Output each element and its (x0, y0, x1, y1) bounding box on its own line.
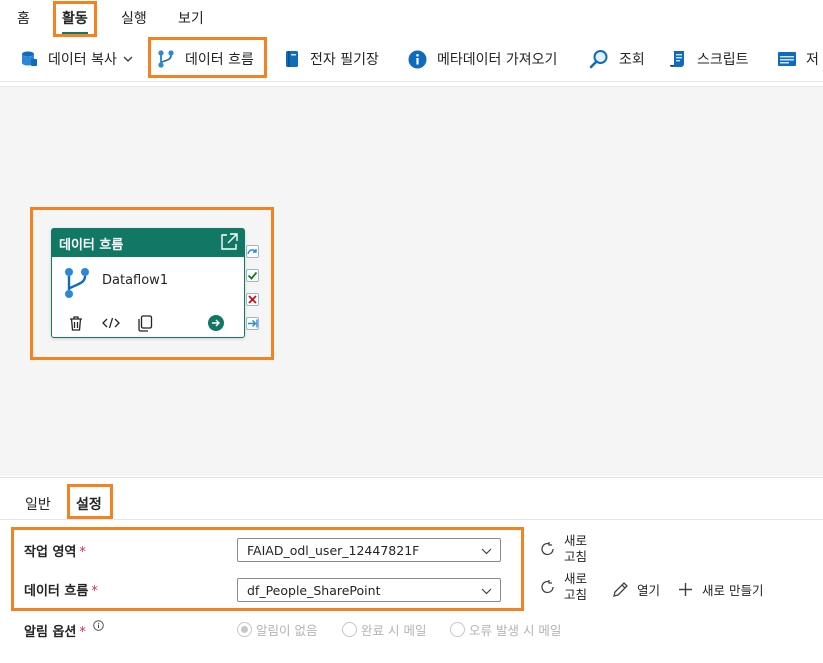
script-icon (670, 51, 684, 67)
tab-general[interactable]: 일반 (25, 494, 51, 514)
lookup-icon (589, 50, 608, 69)
notify-option-on-complete[interactable]: 완료 시 메일 (342, 620, 426, 639)
copy-data-label: 데이터 복사 (48, 52, 117, 68)
menu-tab-activities[interactable]: 활동 (62, 8, 88, 34)
activity-card-header: 데이터 흐름 (52, 229, 244, 257)
workspace-select[interactable]: FAIAD_odl_user_12447821F (237, 538, 501, 562)
chevron-down-icon (123, 56, 133, 62)
notebook-icon (286, 51, 298, 67)
activity-card-title: 데이터 흐름 (59, 237, 124, 253)
delete-icon[interactable] (68, 315, 84, 332)
radio-unselected (342, 622, 357, 637)
dataflow-icon (158, 50, 174, 68)
stored-procedure-icon (778, 52, 796, 66)
activity-card-body: Dataflow1 (52, 257, 244, 337)
new-label: 새로 만들기 (702, 583, 764, 598)
on-success-port[interactable] (246, 269, 259, 282)
arrow-right-icon (248, 319, 258, 328)
open-dataflow-button[interactable]: 열기 (612, 580, 660, 599)
chevron-down-icon (481, 588, 492, 595)
menu-tab-home[interactable]: 홈 (17, 8, 30, 28)
on-fail-port[interactable] (246, 293, 259, 306)
copy-icon[interactable] (137, 315, 153, 332)
refresh-label-line2: 고침 (564, 549, 588, 564)
required-marker: * (79, 545, 86, 560)
get-metadata-button[interactable]: 메타데이터 가져오기 (408, 36, 557, 82)
lookup-label: 조회 (619, 52, 645, 68)
menu-bar: 홈 활동 실행 보기 (0, 0, 823, 36)
dataflow-value: df_People_SharePoint (247, 582, 381, 598)
refresh-dataflow-button[interactable]: 새로 고침 (540, 571, 594, 603)
skip-arrow-icon (247, 249, 257, 255)
go-arrow-icon[interactable] (208, 315, 224, 331)
notify-option-label: 오류 발생 시 메일 (469, 623, 562, 638)
notebook-label: 전자 필기장 (310, 52, 379, 68)
refresh-label-line1: 새로 (564, 533, 588, 548)
copy-data-button[interactable]: 데이터 복사 (20, 36, 133, 82)
notify-option-none[interactable]: 알림이 없음 (237, 620, 317, 639)
x-icon (248, 295, 257, 304)
activity-name: Dataflow1 (102, 273, 169, 288)
refresh-icon (541, 580, 554, 594)
workspace-label: 작업 영역 * (24, 545, 86, 560)
tab-settings[interactable]: 설정 (76, 494, 102, 520)
radio-selected (237, 622, 252, 637)
script-button[interactable]: 스크립트 (669, 36, 749, 82)
pencil-icon (613, 582, 628, 597)
notify-options-label: 알림 옵션 * (24, 625, 86, 640)
dataflow-label: 데이터 흐름 (185, 52, 254, 68)
get-metadata-label: 메타데이터 가져오기 (437, 52, 558, 68)
toolbar: 데이터 복사 데이터 흐름 전자 필기장 메타데이터 가져오기 조회 스크립트 … (0, 36, 823, 82)
dataflow-label: 데이터 흐름 * (24, 584, 98, 599)
toolbar-divider (148, 48, 149, 70)
dataflow-icon (65, 268, 89, 298)
required-marker: * (79, 625, 86, 640)
notify-option-label: 완료 시 메일 (361, 623, 427, 638)
plus-icon (679, 583, 692, 596)
on-skip-port[interactable] (246, 245, 259, 258)
stored-procedure-label: 저 (806, 52, 819, 68)
dataflow-select[interactable]: df_People_SharePoint (237, 578, 501, 602)
refresh-label-line2: 고침 (564, 587, 588, 602)
notify-option-on-error[interactable]: 오류 발생 시 메일 (450, 620, 561, 639)
required-marker: * (91, 584, 98, 599)
database-copy-icon (22, 51, 37, 66)
panel-divider (0, 519, 823, 520)
new-dataflow-button[interactable]: 새로 만들기 (678, 580, 763, 599)
menu-tab-run[interactable]: 실행 (121, 8, 147, 28)
info-icon[interactable] (93, 620, 104, 631)
menu-tab-view[interactable]: 보기 (178, 8, 204, 28)
on-completion-port[interactable] (246, 317, 259, 330)
open-label: 열기 (637, 583, 661, 598)
refresh-workspace-button[interactable]: 새로 고침 (540, 533, 594, 565)
stored-procedure-button[interactable]: 저 (778, 36, 819, 82)
script-label: 스크립트 (697, 52, 749, 68)
notebook-button[interactable]: 전자 필기장 (284, 36, 379, 82)
workspace-value: FAIAD_odl_user_12447821F (247, 542, 420, 558)
open-external-icon[interactable] (220, 233, 238, 251)
notify-option-label: 알림이 없음 (256, 623, 318, 638)
radio-unselected (450, 622, 465, 637)
chevron-down-icon (481, 548, 492, 555)
code-icon[interactable] (102, 315, 120, 331)
info-icon (408, 50, 427, 68)
lookup-button[interactable]: 조회 (589, 36, 645, 82)
refresh-label-line1: 새로 (564, 571, 588, 586)
dataflow-button[interactable]: 데이터 흐름 (157, 36, 254, 82)
dataflow-activity-card[interactable]: 데이터 흐름 Dataflow1 (51, 228, 245, 338)
refresh-icon (541, 542, 554, 556)
checkmark-icon (247, 271, 258, 280)
